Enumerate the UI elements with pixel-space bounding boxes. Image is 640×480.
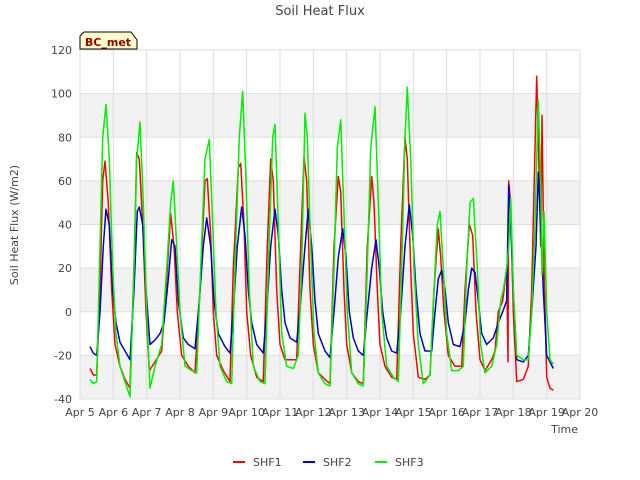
- x-tick-label: Apr 12: [295, 406, 332, 419]
- x-tick-label: Apr 17: [462, 406, 499, 419]
- legend: SHF1 SHF2 SHF3: [233, 456, 424, 469]
- x-tick-label: Apr 18: [495, 406, 532, 419]
- x-tick-labels: Apr 5 Apr 6 Apr 7 Apr 8 Apr 9 Apr 10Apr 11Apr…: [65, 406, 598, 419]
- y-tick-label: 80: [58, 131, 72, 144]
- site-badge: BC_met: [79, 31, 138, 50]
- soil-heat-flux-chart: -40-20020406080100120 Apr 5 Apr 6 Apr 7 Apr…: [8, 4, 598, 469]
- site-badge-label: BC_met: [85, 36, 131, 49]
- x-axis-label: Time: [550, 423, 578, 436]
- y-tick-label: 40: [58, 219, 72, 232]
- chart-title: Soil Heat Flux: [275, 4, 365, 19]
- x-tick-label: Apr 6: [99, 406, 129, 419]
- legend-label: SHF2: [323, 456, 352, 469]
- y-axis-label: Soil Heat Flux (W/m2): [8, 165, 21, 285]
- y-tick-labels: -40 -20 0 20 40 60 80 100 120: [51, 44, 72, 406]
- x-tick-label: Apr 16: [428, 406, 465, 419]
- x-tick-label: Apr 13: [328, 406, 365, 419]
- y-tick-label: -40: [54, 393, 72, 406]
- x-tick-label: Apr 14: [362, 406, 399, 419]
- x-tick-label: Apr 20: [562, 406, 599, 419]
- x-tick-label: Apr 9: [199, 406, 229, 419]
- x-tick-label: Apr 19: [528, 406, 565, 419]
- x-tick-label: Apr 15: [395, 406, 432, 419]
- x-tick-label: Apr 11: [262, 406, 299, 419]
- y-tick-label: 60: [58, 175, 72, 188]
- y-tick-label: -20: [54, 349, 72, 362]
- plot-band: [80, 180, 580, 225]
- x-tick-label: Apr 5: [65, 406, 95, 419]
- x-tick-label: Apr 7: [132, 406, 162, 419]
- x-tick-label: Apr 8: [165, 406, 195, 419]
- y-tick-label: 120: [51, 44, 72, 57]
- y-tick-label: 100: [51, 88, 72, 101]
- plot-band: [80, 93, 580, 138]
- legend-label: SHF1: [253, 456, 282, 469]
- legend-label: SHF3: [395, 456, 424, 469]
- y-tick-label: 20: [58, 262, 72, 275]
- y-tick-label: 0: [65, 306, 72, 319]
- x-tick-label: Apr 10: [228, 406, 265, 419]
